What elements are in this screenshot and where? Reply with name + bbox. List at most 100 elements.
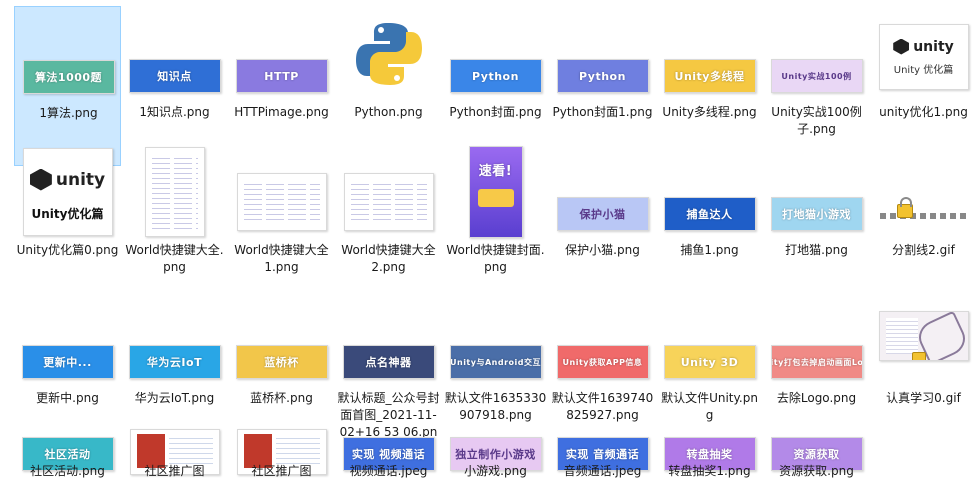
file-item[interactable]: 捕鱼达人捕鱼1.png (656, 144, 763, 304)
file-name: World快捷键封面.png (446, 243, 545, 274)
thumbnail-area: 速看! (442, 144, 549, 240)
file-name: World快捷键大全.png (125, 243, 224, 274)
file-thumbnail (879, 196, 969, 236)
file-item[interactable]: 认真学习0.gif (870, 292, 977, 452)
thumbnail-area: 捕鱼达人 (656, 144, 763, 240)
file-name: 默认文件1635330907918.png (444, 391, 547, 422)
file-item[interactable]: Python.png (335, 6, 442, 166)
file-item[interactable]: 社区推广图 (228, 423, 335, 489)
file-thumbnail (144, 147, 205, 237)
file-item[interactable]: HTTP HTTPimage.png (228, 6, 335, 166)
file-item[interactable]: 速看! World快捷键封面.png (442, 144, 549, 304)
file-item[interactable]: 转盘抽奖转盘抽奖1.png (656, 423, 763, 489)
file-name: Unity实战100例子.png (771, 105, 862, 136)
file-name: Python.png (354, 105, 423, 119)
thumbnail-text: 保护小猫 (579, 208, 626, 221)
thumbnail-area (121, 144, 228, 240)
file-item[interactable]: 打地猫小游戏 打地猫.png (763, 144, 870, 304)
thumbnail-text: Unity 3D (680, 355, 739, 369)
file-item[interactable]: 知识点 1知识点.png (121, 6, 228, 166)
file-name: 1知识点.png (139, 105, 210, 119)
file-thumbnail: 知识点 (128, 59, 221, 93)
thumbnail-area: 知识点 (121, 6, 228, 102)
file-item[interactable]: Unity多线程 Unity多线程.png (656, 6, 763, 166)
thumbnail-text: 点名神器 (365, 356, 412, 369)
thumbnail-area: 算法1000题 (15, 7, 122, 103)
file-name: 去除Logo.png (776, 391, 857, 405)
file-thumbnail: HTTP (235, 59, 328, 93)
file-thumbnail: Unity打包去掉启动画面Logo (770, 345, 863, 379)
file-name: 社区活动.png (30, 464, 105, 478)
file-thumbnail: Unity多线程 (663, 59, 756, 93)
file-thumbnail: unity Unity优化篇 (22, 148, 113, 236)
file-item[interactable]: Unity实战100例 Unity实战100例子.png (763, 6, 870, 166)
thumbnail-area (228, 144, 335, 240)
lock-icon (896, 197, 913, 218)
file-thumbnail: 速看! (468, 146, 523, 238)
file-item[interactable]: Python Python封面.png (442, 6, 549, 166)
thumbnail-area: 更新中... (14, 292, 121, 388)
thumbnail-text: 独立制作小游戏 (455, 448, 536, 461)
file-name: 社区推广图 (144, 464, 205, 478)
thumbnail-area: Unity实战100例 (763, 6, 870, 102)
file-thumbnail: Unity与Android交互 (449, 345, 542, 379)
file-thumbnail: Unity获取APP信息 (556, 345, 649, 379)
thumbnail-text: 资源获取 (793, 448, 840, 461)
file-thumbnail (343, 10, 434, 98)
thumbnail-text: 实现 视频通话 (351, 448, 426, 461)
file-name: 社区推广图 (251, 464, 312, 478)
file-item[interactable]: unity Unity优化篇 Unity优化篇0.png (14, 144, 121, 304)
file-name: Python封面.png (449, 105, 542, 119)
thumbnail-text: 蓝桥杯 (264, 356, 299, 369)
file-thumbnail (343, 173, 434, 231)
file-name: unity优化1.png (879, 105, 968, 119)
file-item[interactable]: World快捷键大全.png (121, 144, 228, 304)
file-item[interactable]: 社区推广图 (121, 423, 228, 489)
file-item[interactable]: 实现 音频通话 音频通话.jpeg (549, 423, 656, 489)
file-item[interactable]: 保护小猫 保护小猫.png (549, 144, 656, 304)
thumbnail-text: 转盘抽奖 (686, 448, 733, 461)
thumbnail-area: 保护小猫 (549, 144, 656, 240)
thumbnail-area: 打地猫小游戏 (763, 144, 870, 240)
thumbnail-area: Unity获取APP信息 (549, 292, 656, 388)
thumbnail-text: 知识点 (157, 70, 192, 83)
file-name: Unity优化篇0.png (16, 243, 119, 257)
thumbnail-area: Python (442, 6, 549, 102)
file-name: HTTPimage.png (234, 105, 329, 119)
thumbnail-text: Unity多线程 (674, 70, 745, 83)
file-item[interactable]: 独立制作小游戏 小游戏.png (442, 423, 549, 489)
file-name: World快捷键大全2.png (341, 243, 436, 274)
file-name: World快捷键大全1.png (234, 243, 329, 274)
file-item[interactable]: 算法1000题 1算法.png (14, 6, 121, 166)
thumbnail-text: Unity与Android交互 (450, 357, 541, 367)
file-name: 捕鱼1.png (680, 243, 739, 257)
file-name: 认真学习0.gif (886, 391, 961, 405)
file-item[interactable]: 分割线2.gif (870, 144, 977, 304)
file-name: Python封面1.png (552, 105, 653, 119)
file-grid: 算法1000题 1算法.png 知识点 1知识点.png HTTP HTTPimage.p… (0, 0, 978, 489)
thumbnail-area: Python (549, 6, 656, 102)
file-thumbnail: 算法1000题 (22, 60, 115, 94)
file-thumbnail: 蓝桥杯 (235, 345, 328, 379)
thumbnail-text: Unity实战100例 (781, 71, 852, 81)
file-item[interactable]: Python Python封面1.png (549, 6, 656, 166)
thumbnail-text: 捕鱼达人 (686, 208, 733, 221)
file-name: 默认文件1639740825927.png (551, 391, 654, 422)
file-item[interactable]: World快捷键大全2.png (335, 144, 442, 304)
thumbnail-text: Unity打包去掉启动画面Logo (770, 357, 862, 367)
thumbnail-area: unity Unity优化篇 (14, 144, 121, 240)
file-item[interactable]: unity Unity 优化篇 unity优化1.png (870, 6, 977, 166)
file-item[interactable]: 实现 视频通话 视频通话.jpeg (335, 423, 442, 489)
thumbnail-area: Unity打包去掉启动画面Logo (763, 292, 870, 388)
file-item[interactable]: 社区活动社区活动.png (14, 423, 121, 489)
file-name: 1算法.png (39, 106, 98, 120)
thumbnail-area: HTTP (228, 6, 335, 102)
file-item[interactable]: 资源获取资源获取.png (763, 423, 870, 489)
thumbnail-text: 算法1000题 (34, 71, 103, 84)
file-name: 转盘抽奖1.png (668, 464, 751, 478)
thumbnail-text: 社区活动 (44, 448, 91, 461)
file-name: 资源获取.png (779, 464, 854, 478)
file-name: 音频通话.jpeg (563, 464, 642, 478)
file-item[interactable]: World快捷键大全1.png (228, 144, 335, 304)
file-name: 华为云IoT.png (134, 391, 215, 405)
